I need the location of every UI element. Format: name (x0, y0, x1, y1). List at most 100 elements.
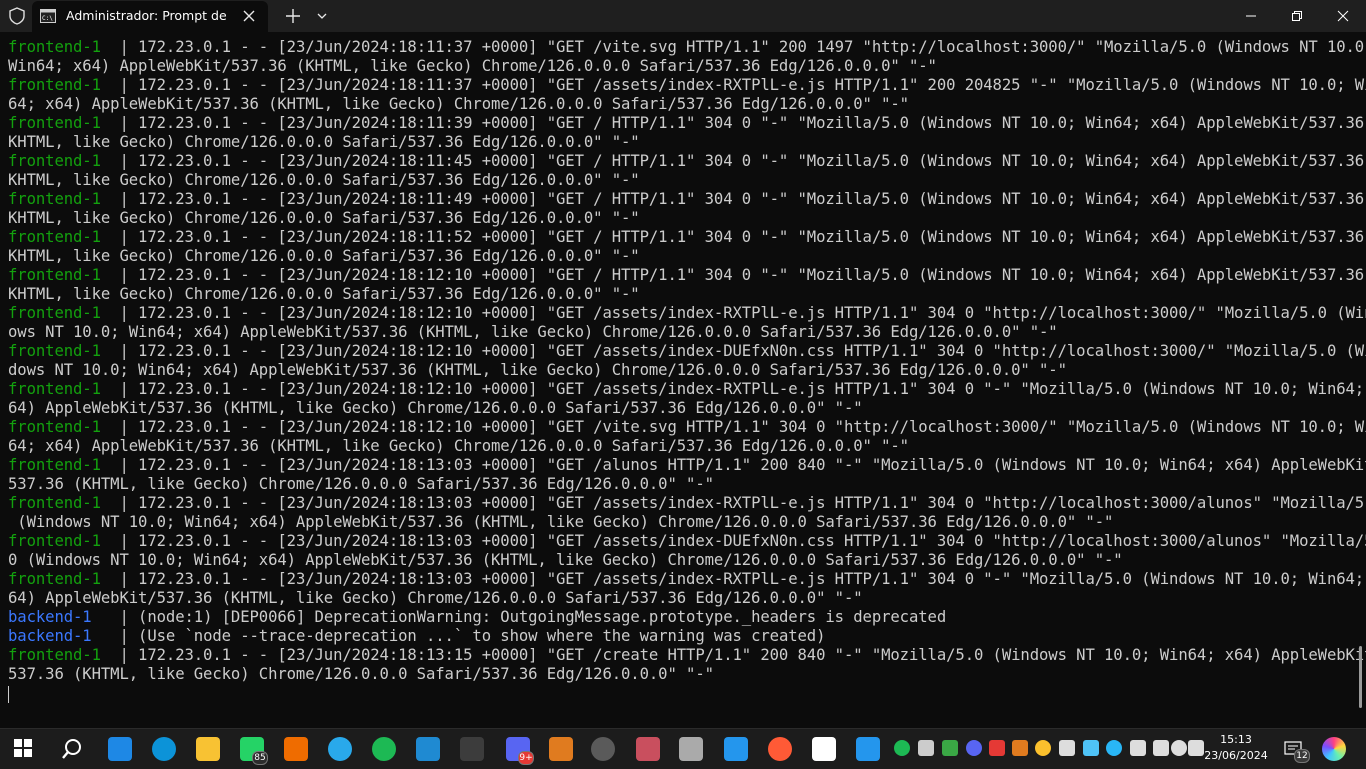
cloud-blue-tray-icon[interactable] (1106, 740, 1122, 756)
log-line: (Windows NT 10.0; Win64; x64) AppleWebKi… (8, 513, 1348, 532)
log-line: ows NT 10.0; Win64; x64) AppleWebKit/537… (8, 323, 1348, 342)
log-line: dows NT 10.0; Win64; x64) AppleWebKit/53… (8, 361, 1348, 380)
log-text: | 172.23.0.1 - - [23/Jun/2024:18:13:15 +… (100, 646, 1366, 664)
drop-tray-icon[interactable] (1012, 740, 1028, 756)
log-text: | 172.23.0.1 - - [23/Jun/2024:18:11:45 +… (100, 152, 1366, 170)
check-tray-icon[interactable] (942, 740, 958, 756)
log-text: | 172.23.0.1 - - [23/Jun/2024:18:12:10 +… (100, 304, 1366, 322)
log-line: frontend-1 | 172.23.0.1 - - [23/Jun/2024… (8, 646, 1366, 665)
edge-icon[interactable] (152, 737, 176, 761)
whatsapp-icon[interactable]: 85 (240, 737, 268, 765)
log-line: 537.36 (KHTML, like Gecko) Chrome/126.0.… (8, 475, 1348, 494)
service-name: frontend-1 (8, 342, 101, 360)
close-button[interactable] (1320, 0, 1366, 32)
minimize-button[interactable] (1228, 0, 1274, 32)
log-text: 64; x64) AppleWebKit/537.36 (KHTML, like… (8, 437, 909, 455)
log-line: frontend-1 | 172.23.0.1 - - [23/Jun/2024… (8, 342, 1366, 361)
drop-icon[interactable] (549, 737, 573, 761)
capcut-icon[interactable] (812, 737, 836, 761)
service-name: backend-1 (8, 627, 92, 645)
service-name: frontend-1 (8, 266, 101, 284)
terminal-tab[interactable]: C:\ Administrador: Prompt de con (32, 1, 268, 32)
log-text: KHTML, like Gecko) Chrome/126.0.0.0 Safa… (8, 285, 640, 303)
log-line: frontend-1 | 172.23.0.1 - - [23/Jun/2024… (8, 266, 1364, 285)
app-icon[interactable] (108, 737, 132, 761)
ring-icon[interactable] (768, 737, 792, 761)
service-name: frontend-1 (8, 418, 101, 436)
log-line: KHTML, like Gecko) Chrome/126.0.0.0 Safa… (8, 247, 1348, 266)
log-line: frontend-1 | 172.23.0.1 - - [23/Jun/2024… (8, 570, 1364, 589)
log-text: | 172.23.0.1 - - [23/Jun/2024:18:11:37 +… (100, 38, 1366, 56)
minimize-icon (1246, 15, 1256, 17)
log-line: KHTML, like Gecko) Chrome/126.0.0.0 Safa… (8, 171, 1348, 190)
title-bar: C:\ Administrador: Prompt de con (0, 0, 1366, 32)
log-text: 64) AppleWebKit/537.36 (KHTML, like Geck… (8, 589, 863, 607)
badge: 85 (252, 751, 268, 765)
clock-date: 23/06/2024 (1204, 749, 1268, 762)
notification-button[interactable]: 12 (1282, 737, 1310, 763)
security-tray-icon[interactable] (1059, 740, 1075, 756)
log-text: (Windows NT 10.0; Win64; x64) AppleWebKi… (8, 513, 1114, 531)
vscode-icon[interactable] (416, 737, 440, 761)
monitor-icon[interactable] (679, 737, 703, 761)
shield-icon[interactable] (7, 6, 27, 26)
obs-icon[interactable] (591, 737, 615, 761)
log-line: 0 (Windows NT 10.0; Win64; x64) AppleWeb… (8, 551, 1348, 570)
log-text: ows NT 10.0; Win64; x64) AppleWebKit/537… (8, 323, 1058, 341)
discord-icon[interactable]: 9+ (506, 737, 534, 765)
paint-icon[interactable] (636, 737, 660, 761)
chevron-down-icon[interactable] (313, 5, 331, 27)
restore-button[interactable] (1274, 0, 1320, 32)
network-tray-icon[interactable] (1171, 740, 1187, 756)
search-icon[interactable] (60, 737, 84, 761)
terminal-output[interactable]: frontend-1 | 172.23.0.1 - - [23/Jun/2024… (0, 38, 1366, 728)
service-name: frontend-1 (8, 646, 101, 664)
log-text: | 172.23.0.1 - - [23/Jun/2024:18:13:03 +… (100, 570, 1366, 588)
close-tab-icon[interactable] (240, 7, 258, 25)
log-line: KHTML, like Gecko) Chrome/126.0.0.0 Safa… (8, 209, 1348, 228)
log-line: frontend-1 | 172.23.0.1 - - [23/Jun/2024… (8, 494, 1366, 513)
log-text: 537.36 (KHTML, like Gecko) Chrome/126.0.… (8, 475, 714, 493)
network-app-tray-icon[interactable] (1083, 740, 1099, 756)
spotify-tray-icon[interactable] (894, 740, 910, 756)
log-text: | 172.23.0.1 - - [23/Jun/2024:18:11:52 +… (100, 228, 1366, 246)
red-tray-icon[interactable] (989, 740, 1005, 756)
yellow-tray-icon[interactable] (1035, 740, 1051, 756)
clock-time: 15:13 (1220, 733, 1252, 746)
new-tab-icon[interactable] (282, 5, 304, 27)
bluetooth-tray-icon[interactable] (1153, 740, 1169, 756)
windows-icon[interactable] (12, 737, 36, 761)
log-text: 537.36 (KHTML, like Gecko) Chrome/126.0.… (8, 665, 714, 683)
telegram-icon[interactable] (328, 737, 352, 761)
clock[interactable]: 15:13 23/06/2024 (1204, 732, 1268, 764)
log-text: KHTML, like Gecko) Chrome/126.0.0.0 Safa… (8, 171, 640, 189)
discord-tray-icon[interactable] (966, 740, 982, 756)
notification-count: 12 (1294, 749, 1310, 763)
volume-tray-icon[interactable] (1188, 740, 1204, 756)
log-text: Win64; x64) AppleWebKit/537.36 (KHTML, l… (8, 57, 937, 75)
copilot-icon[interactable] (1322, 737, 1346, 761)
terminal-icon[interactable] (460, 737, 484, 761)
folder-icon[interactable] (196, 737, 220, 761)
log-line: frontend-1 | 172.23.0.1 - - [23/Jun/2024… (8, 76, 1366, 95)
service-name: backend-1 (8, 608, 92, 626)
log-text: | 172.23.0.1 - - [23/Jun/2024:18:12:10 +… (100, 418, 1366, 436)
cloud-tray-icon[interactable] (918, 740, 934, 756)
log-line: frontend-1 | 172.23.0.1 - - [23/Jun/2024… (8, 304, 1366, 323)
service-name: frontend-1 (8, 228, 101, 246)
tab-title: Administrador: Prompt de con (66, 8, 231, 23)
scrollbar[interactable] (1359, 646, 1362, 708)
docker-icon[interactable] (856, 737, 880, 761)
log-line: 537.36 (KHTML, like Gecko) Chrome/126.0.… (8, 665, 1348, 684)
log-line: 64) AppleWebKit/537.36 (KHTML, like Geck… (8, 399, 1348, 418)
camera-tray-icon[interactable] (1130, 740, 1146, 756)
service-name: frontend-1 (8, 570, 101, 588)
store-icon[interactable] (284, 737, 308, 761)
log-line: 64; x64) AppleWebKit/537.36 (KHTML, like… (8, 95, 1348, 114)
log-text: | 172.23.0.1 - - [23/Jun/2024:18:13:03 +… (100, 494, 1366, 512)
service-name: frontend-1 (8, 304, 101, 322)
service-name: frontend-1 (8, 190, 101, 208)
docker-icon[interactable] (724, 737, 748, 761)
taskbar: 15:13 23/06/2024 12 85 9+ (0, 728, 1366, 769)
spotify-icon[interactable] (372, 737, 396, 761)
